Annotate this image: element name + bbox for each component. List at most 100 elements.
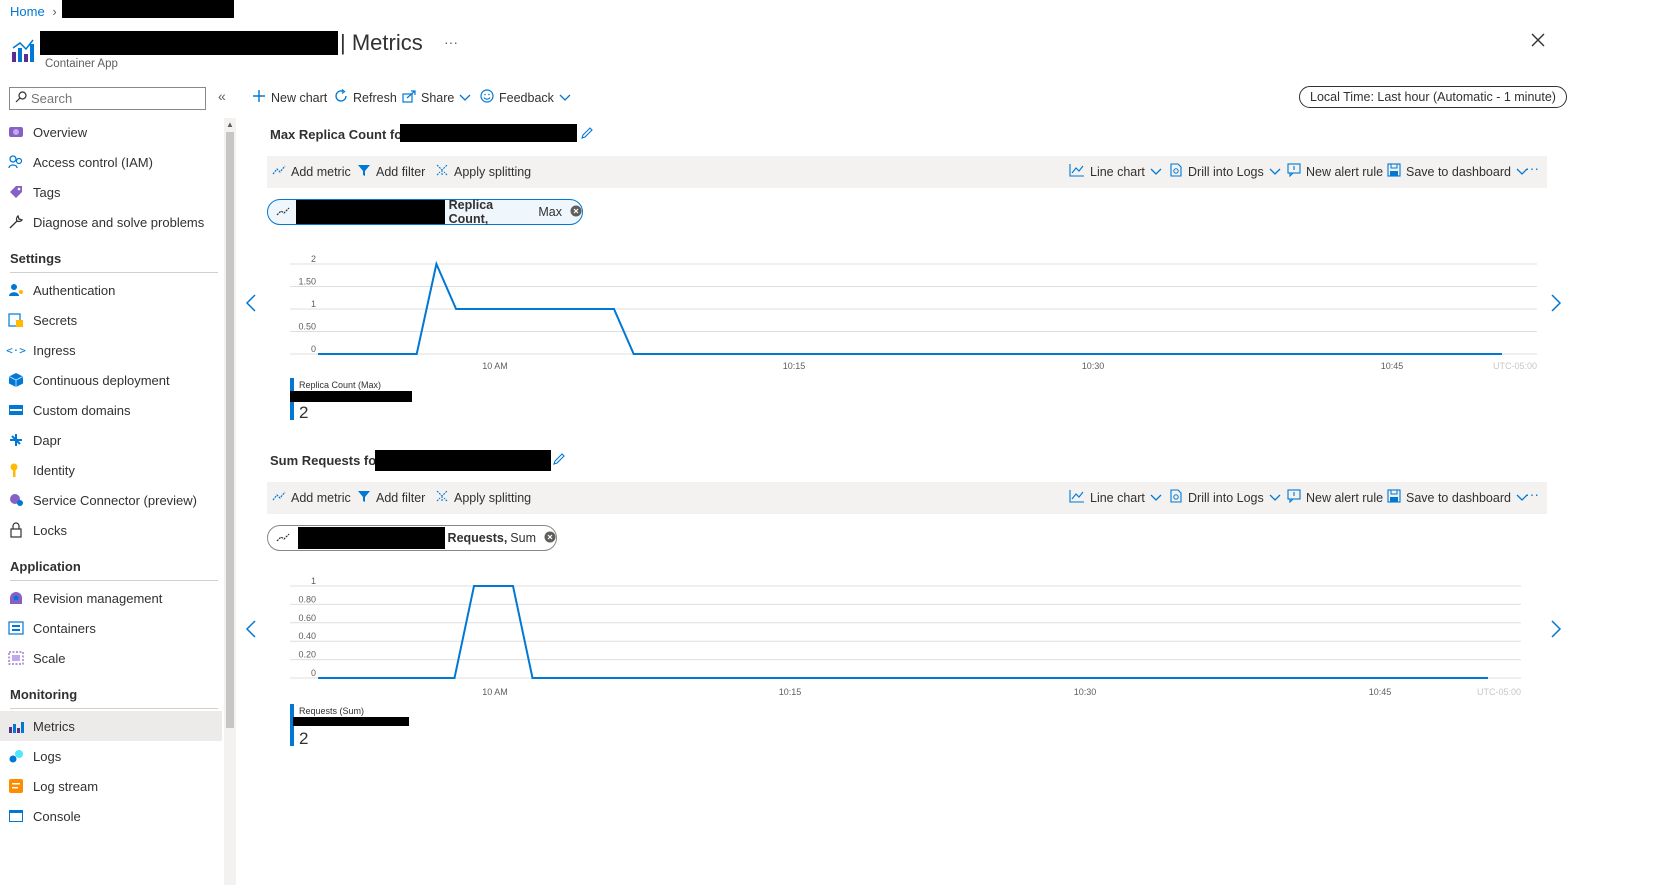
line-chart-icon [1069,489,1085,506]
chart2-add-filter-button[interactable]: Add filter [357,489,425,506]
chart2-drill-into-logs-button[interactable]: Drill into Logs [1169,489,1281,506]
sidebar-item-metrics[interactable]: Metrics [0,711,222,741]
domain-icon [8,402,24,418]
chart1-metric-chip[interactable]: Replica Count, Max [267,198,583,226]
wrench-icon [8,214,24,230]
chip-aggregation-label: Max [538,205,562,219]
ingress-icon: <·> [6,343,26,357]
sidebar-item-ingress[interactable]: <·> Ingress [6,335,238,365]
chart1-save-to-dashboard-button[interactable]: Save to dashboard [1387,163,1528,180]
breadcrumb-home-link[interactable]: Home [10,4,45,19]
sidebar-item-label: Service Connector (preview) [33,492,198,508]
sidebar-section-application: Application [10,559,81,574]
sidebar-item-locks[interactable]: Locks [8,515,238,545]
add-filter-label: Add filter [376,490,426,505]
search-input[interactable] [31,91,196,106]
sidebar-item-overview[interactable]: Overview [8,117,238,147]
chip-remove-icon[interactable] [570,205,582,220]
sidebar-item-tags[interactable]: Tags [8,177,238,207]
sidebar-item-authentication[interactable]: Authentication [8,275,238,305]
secret-icon [8,312,24,328]
sidebar-item-custom-domains[interactable]: Custom domains [8,395,238,425]
chart1-drill-into-logs-button[interactable]: Drill into Logs [1169,163,1281,180]
refresh-button[interactable]: Refresh [334,89,397,106]
chart2-save-to-dashboard-button[interactable]: Save to dashboard [1387,489,1528,506]
sidebar-item-revision-management[interactable]: Revision management [8,583,238,613]
sidebar-item-log-stream[interactable]: Log stream [8,771,238,801]
sidebar-item-scale[interactable]: Scale [8,643,238,673]
splitting-icon [435,163,449,180]
page-title: | Metrics [340,30,423,55]
header-more-button[interactable]: ··· [444,34,458,50]
sidebar-item-logs[interactable]: Logs [8,741,238,771]
chart2-add-metric-button[interactable]: Add metric [272,489,351,506]
sidebar-item-diagnose[interactable]: Diagnose and solve problems [8,207,238,237]
chart2-line-chart-button[interactable]: Line chart [1069,489,1162,506]
chart2-metric-chip[interactable]: Requests, Sum [267,525,557,551]
chart1-prev-icon[interactable] [245,294,257,315]
edit-title-icon[interactable] [580,126,594,143]
x-tick-label: 10:15 [779,687,802,697]
sidebar-item-identity[interactable]: Identity [8,455,238,485]
chart2-apply-splitting-button[interactable]: Apply splitting [435,489,531,506]
chart2-next-icon[interactable] [1550,620,1562,641]
chart2-prev-icon[interactable] [245,620,257,641]
feedback-button[interactable]: Feedback [480,89,571,106]
redacted-breadcrumb [62,0,234,18]
chart1-plot[interactable]: 0 0.50 1 1.50 2 10 AM 10:15 10:30 10:45 UTC-05:0… [240,250,1667,375]
chart1-add-filter-button[interactable]: Add filter [357,163,425,180]
divider [10,708,218,709]
chart2-plot[interactable]: 0 0.20 0.40 0.60 0.80 1 10 AM 10:15 10:30 10:45 U… [240,576,1667,701]
chart1-add-metric-button[interactable]: Add metric [272,163,351,180]
y-tick-label: 1.50 [298,277,316,287]
edit-title-icon[interactable] [552,452,566,469]
new-chart-button[interactable]: New chart [252,89,327,106]
page-subtitle: Container App [45,58,118,70]
metric-line-icon [276,205,290,220]
sidebar-item-containers[interactable]: Containers [8,613,238,643]
chart1-next-icon[interactable] [1550,294,1562,315]
divider [10,580,218,581]
sidebar-item-label: Console [33,808,81,824]
logs-icon [8,748,24,764]
new-alert-rule-label: New alert rule [1306,490,1384,505]
refresh-label: Refresh [353,90,397,105]
sidebar-item-console[interactable]: Console [8,801,238,831]
chart1-apply-splitting-button[interactable]: Apply splitting [435,163,531,180]
collapse-sidebar-icon[interactable]: « [218,88,226,104]
close-icon[interactable] [1530,32,1546,51]
share-button[interactable]: Share [402,89,471,106]
sidebar-search[interactable] [9,87,206,110]
sidebar-item-label: Authentication [33,282,116,298]
chart2-more-button[interactable]: ··· [1525,486,1539,502]
sidebar-item-label: Overview [33,124,88,140]
console-icon [8,808,24,824]
chip-remove-icon[interactable] [544,531,556,546]
y-tick-label: 1 [311,576,316,586]
chart1-legend-value: 2 [299,403,309,422]
sidebar-item-continuous-deployment[interactable]: Continuous deployment [8,365,238,395]
sidebar-item-dapr[interactable]: Dapr [8,425,238,455]
sidebar-item-service-connector[interactable]: Service Connector (preview) [8,485,238,515]
chevron-down-icon [1269,165,1281,179]
chart1-new-alert-rule-button[interactable]: New alert rule [1287,163,1383,180]
sidebar-item-label: Log stream [33,778,99,794]
sidebar-item-secrets[interactable]: Secrets [8,305,238,335]
smiley-icon [480,89,494,106]
chart1-more-button[interactable]: ··· [1525,160,1539,176]
y-tick-label: 0.60 [298,613,316,623]
chart1-line-chart-button[interactable]: Line chart [1069,163,1162,180]
y-tick-label: 2 [311,254,316,264]
sidebar-item-label: Identity [33,462,75,478]
refresh-icon [334,89,348,106]
sidebar-item-label: Dapr [33,432,62,448]
time-range-picker[interactable]: Local Time: Last hour (Automatic - 1 min… [1299,86,1567,108]
sidebar-item-label: Metrics [33,718,75,734]
chart2-title: Sum Requests for [270,453,382,468]
chart2-new-alert-rule-button[interactable]: New alert rule [1287,489,1383,506]
sidebar-item-label: Custom domains [33,402,131,418]
x-tick-label: 10:45 [1381,361,1404,371]
chart2-legend-value: 2 [299,729,309,748]
divider [10,272,218,273]
sidebar-item-access-control[interactable]: Access control (IAM) [8,147,238,177]
